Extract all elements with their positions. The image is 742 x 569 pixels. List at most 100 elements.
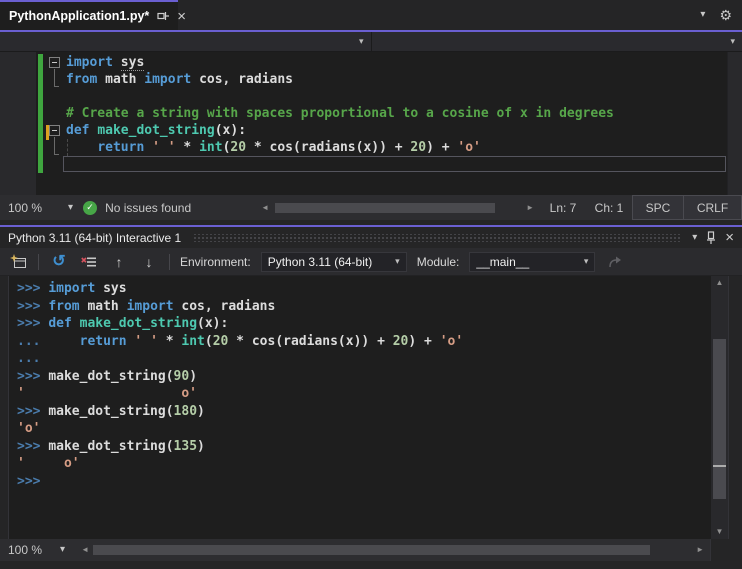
code-line: # Create a string with spaces proportion… bbox=[66, 106, 614, 121]
history-next-button[interactable]: ↓ bbox=[139, 251, 159, 273]
code-line: ' o' bbox=[17, 386, 198, 401]
interactive-toolbar: ↺ ↑ ↓ Environment: Python 3.11 (64-bit) … bbox=[0, 248, 742, 276]
tab-pythonapplication1[interactable]: PythonApplication1.py* × bbox=[0, 0, 186, 30]
interactive-horizontal-scrollbar[interactable]: ◄ ► bbox=[75, 544, 710, 556]
outline-region-line bbox=[54, 69, 59, 87]
interactive-status-bar: 100 % ▾ ◄ ► bbox=[0, 539, 742, 561]
toolbar-separator bbox=[38, 253, 39, 270]
toolbar-separator bbox=[169, 253, 170, 270]
document-list-chevron-icon[interactable]: ▾ bbox=[700, 10, 705, 20]
module-label: Module: bbox=[416, 254, 460, 269]
interactive-left-margin bbox=[0, 276, 9, 539]
scrollbar-track[interactable] bbox=[711, 290, 728, 525]
collapse-region-icon[interactable] bbox=[49, 125, 60, 136]
tab-title: PythonApplication1.py* bbox=[9, 9, 150, 23]
pin-icon[interactable] bbox=[705, 231, 717, 244]
code-line: return ' ' * int(20 * cos(radians(x)) + … bbox=[97, 140, 481, 155]
editor-horizontal-scrollbar[interactable]: ◄ ► bbox=[255, 202, 540, 214]
history-previous-button[interactable]: ↑ bbox=[109, 251, 129, 273]
editor-vertical-scrollbar[interactable] bbox=[727, 52, 742, 195]
issues-message: No issues found bbox=[105, 200, 192, 215]
scrollbar-thumb[interactable] bbox=[92, 545, 651, 555]
vs-window: PythonApplication1.py* × ▾ ⚙ ▾ ▾ import … bbox=[0, 0, 742, 569]
code-line: >>> make_dot_string(135) bbox=[17, 438, 205, 454]
code-line bbox=[63, 156, 726, 173]
scrollbar-thumb[interactable] bbox=[275, 202, 495, 213]
chevron-down-icon: ▾ bbox=[583, 256, 589, 266]
code-line: >>> make_dot_string(90) bbox=[17, 368, 198, 384]
interactive-vertical-scrollbar[interactable]: ▲ ▼ bbox=[711, 276, 728, 539]
nav-members-dropdown[interactable]: ▾ bbox=[372, 32, 742, 51]
chevron-down-icon: ▾ bbox=[60, 544, 66, 555]
code-line: def make_dot_string(x): bbox=[66, 123, 247, 138]
code-editor[interactable]: import sys from math import cos, radians #… bbox=[0, 52, 742, 195]
close-icon[interactable]: × bbox=[177, 9, 186, 24]
code-line: ... bbox=[17, 351, 41, 366]
zoom-level: 100 % bbox=[8, 543, 43, 557]
send-to-interactive-icon[interactable] bbox=[605, 251, 625, 273]
interactive-window-title: Python 3.11 (64-bit) Interactive 1 bbox=[8, 230, 182, 245]
scroll-up-icon[interactable]: ▲ bbox=[716, 276, 724, 290]
chevron-down-icon: ▾ bbox=[395, 256, 400, 266]
column-indicator: Ch: 1 bbox=[594, 200, 624, 215]
line-indicator: Ln: 7 bbox=[549, 200, 577, 215]
issues-indicator[interactable]: ✓ No issues found bbox=[83, 200, 255, 215]
environment-value: Python 3.11 (64-bit) bbox=[267, 254, 373, 269]
chevron-down-icon: ▾ bbox=[68, 201, 74, 213]
titlebar-drag-grip[interactable] bbox=[193, 233, 681, 242]
code-line: ' o' bbox=[17, 456, 80, 471]
gear-icon[interactable]: ⚙ bbox=[719, 8, 732, 22]
scrollbar-track[interactable] bbox=[273, 202, 522, 214]
editor-status-bar: 100 % ▾ ✓ No issues found ◄ ► Ln: 7 Ch: … bbox=[0, 195, 742, 220]
scroll-left-icon[interactable]: ◄ bbox=[81, 546, 89, 554]
chevron-down-icon: ▾ bbox=[730, 36, 735, 46]
module-value: __main__ bbox=[476, 254, 530, 269]
interactive-zoom-control[interactable]: 100 % ▾ bbox=[0, 543, 75, 557]
navigation-bar: ▾ ▾ bbox=[0, 32, 742, 52]
chevron-down-icon: ▾ bbox=[358, 36, 364, 46]
document-tab-strip: PythonApplication1.py* × ▾ ⚙ bbox=[0, 0, 742, 30]
code-line: >>> make_dot_string(180) bbox=[17, 403, 205, 419]
interactive-code-area[interactable]: >>> import sys >>> from math import cos, … bbox=[9, 276, 711, 539]
collapse-region-icon[interactable] bbox=[49, 57, 60, 68]
line-ending-toggle[interactable]: CRLF bbox=[684, 195, 742, 220]
environment-label: Environment: bbox=[180, 254, 251, 269]
scroll-right-icon[interactable]: ► bbox=[696, 546, 704, 554]
code-line: ... return ' ' * int(20 * cos(radians(x)… bbox=[17, 333, 464, 349]
check-icon: ✓ bbox=[83, 200, 98, 215]
window-corner bbox=[710, 539, 742, 561]
new-interactive-window-button[interactable] bbox=[8, 251, 28, 273]
scrollbar-thumb[interactable] bbox=[713, 339, 726, 499]
breakpoint-margin[interactable] bbox=[0, 52, 36, 195]
code-line: import sys bbox=[66, 55, 145, 71]
window-menu-chevron-icon[interactable]: ▾ bbox=[692, 232, 697, 243]
outline-region-line bbox=[54, 137, 59, 155]
pin-icon[interactable] bbox=[157, 10, 170, 22]
scroll-right-icon[interactable]: ► bbox=[526, 203, 534, 212]
window-bottom-edge bbox=[0, 561, 742, 568]
caret-position-marker bbox=[713, 465, 726, 467]
code-line: 'o' bbox=[17, 421, 41, 436]
interactive-output-area[interactable]: >>> import sys >>> from math import cos, … bbox=[0, 276, 742, 539]
editor-code-area[interactable]: import sys from math import cos, radians #… bbox=[63, 54, 726, 173]
spaces-toggle[interactable]: SPC bbox=[632, 195, 684, 220]
scroll-left-icon[interactable]: ◄ bbox=[261, 203, 269, 212]
environment-dropdown[interactable]: Python 3.11 (64-bit) ▾ bbox=[260, 251, 407, 272]
scrollbar-track[interactable] bbox=[92, 544, 692, 556]
window-right-edge bbox=[728, 276, 742, 539]
tab-strip-controls: ▾ ⚙ bbox=[700, 0, 742, 30]
close-icon[interactable]: × bbox=[725, 230, 734, 245]
scroll-down-icon[interactable]: ▼ bbox=[716, 525, 724, 539]
zoom-level: 100 % bbox=[8, 200, 43, 215]
change-tracking-bar bbox=[38, 54, 43, 173]
editor-zoom-control[interactable]: 100 % ▾ bbox=[0, 201, 83, 215]
code-line: >>> from math import cos, radians bbox=[17, 298, 276, 314]
code-line: >>> bbox=[17, 473, 41, 489]
clear-screen-button[interactable] bbox=[79, 251, 99, 273]
nav-types-dropdown[interactable]: ▾ bbox=[0, 32, 372, 51]
code-line: from math import cos, radians bbox=[66, 72, 293, 87]
reset-repl-button[interactable]: ↺ bbox=[49, 251, 69, 273]
module-dropdown[interactable]: __main__ ▾ bbox=[469, 251, 596, 272]
code-line: >>> def make_dot_string(x): bbox=[17, 316, 229, 331]
